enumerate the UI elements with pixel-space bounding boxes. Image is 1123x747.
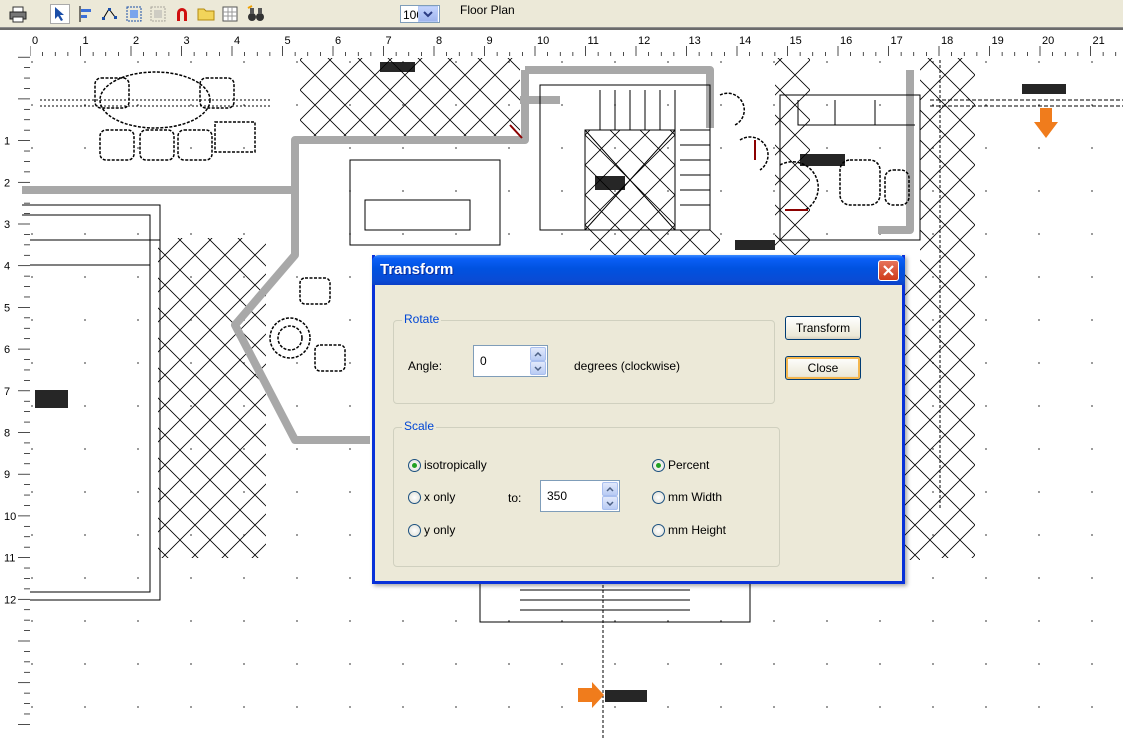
zoom-dropdown-button[interactable]: [418, 6, 438, 22]
ruler-label: 10: [537, 35, 549, 47]
align-icon[interactable]: [76, 4, 96, 24]
scale-spinner[interactable]: 350: [540, 480, 620, 512]
mm-width-label: mm Width: [668, 490, 722, 504]
transform-button[interactable]: Transform: [785, 316, 861, 340]
close-button[interactable]: Close: [785, 356, 861, 380]
toolbar: 100% Floor Plan: [0, 0, 1123, 30]
horizontal-ruler: 012345678910111213141516171819202122: [0, 31, 1123, 56]
chevron-up-icon: [534, 351, 542, 357]
ruler-label: 7: [386, 35, 392, 47]
node-edit-icon[interactable]: [100, 4, 120, 24]
chevron-down-icon: [423, 11, 433, 18]
ruler-label: 16: [840, 35, 852, 47]
scale-input[interactable]: 350: [547, 489, 567, 503]
printer-icon[interactable]: [8, 4, 28, 24]
ruler-label: 2: [133, 35, 139, 47]
x-only-label: x only: [424, 490, 456, 504]
mm-height-label: mm Height: [668, 523, 727, 537]
chevron-down-icon: [534, 365, 542, 371]
layer-folder-icon[interactable]: [196, 4, 216, 24]
scale-legend: Scale: [402, 419, 437, 433]
ruler-label: 15: [790, 35, 802, 47]
transform-dialog: Transform Rotate Angle: 0 degrees (clock…: [372, 255, 905, 584]
rotate-group: Rotate Angle: 0 degrees (clockwise): [393, 312, 775, 404]
scale-increment-button[interactable]: [602, 482, 618, 496]
ruler-label: 12: [638, 35, 650, 47]
dialog-title: Transform: [380, 261, 454, 278]
ruler-label: 21: [1093, 35, 1105, 47]
scale-decrement-button[interactable]: [602, 496, 618, 510]
mm-width-radio[interactable]: [652, 491, 665, 504]
rotate-legend: Rotate: [402, 312, 442, 326]
view-label: Floor Plan: [460, 3, 515, 17]
ruler-label: 4: [234, 35, 240, 47]
ruler-label: 13: [689, 35, 701, 47]
ruler-label: 1: [83, 35, 89, 47]
group-icon[interactable]: [124, 4, 144, 24]
find-binoculars-icon[interactable]: [246, 4, 266, 24]
angle-input[interactable]: 0: [480, 354, 487, 368]
ruler-label: 18: [941, 35, 953, 47]
ruler-label: 6: [335, 35, 341, 47]
to-label: to:: [508, 491, 522, 505]
select-icon[interactable]: [50, 4, 70, 24]
ruler-label: 11: [588, 35, 599, 47]
percent-radio[interactable]: [652, 459, 665, 472]
ruler-label: 14: [739, 35, 751, 47]
grid-icon[interactable]: [220, 4, 240, 24]
ungroup-icon[interactable]: [148, 4, 168, 24]
angle-increment-button[interactable]: [530, 347, 546, 361]
ruler-label: 8: [436, 35, 442, 47]
isotropic-label: isotropically: [424, 458, 487, 472]
mm-height-radio[interactable]: [652, 524, 665, 537]
ruler-label: 17: [891, 35, 903, 47]
y-only-label: y only: [424, 523, 456, 537]
dialog-title-bar[interactable]: Transform: [372, 255, 905, 285]
y-only-radio[interactable]: [408, 524, 421, 537]
percent-label: Percent: [668, 458, 710, 472]
scale-group: Scale isotropically x only y only to: 35…: [393, 419, 780, 567]
ruler-label: 9: [487, 35, 493, 47]
x-only-radio[interactable]: [408, 491, 421, 504]
ruler-label: 3: [184, 35, 190, 47]
ruler-label: 19: [992, 35, 1004, 47]
angle-spinner[interactable]: 0: [473, 345, 548, 377]
close-icon[interactable]: [878, 260, 899, 281]
isotropic-radio[interactable]: [408, 459, 421, 472]
angle-decrement-button[interactable]: [530, 361, 546, 375]
chevron-up-icon: [606, 486, 614, 492]
angle-label: Angle:: [408, 359, 443, 373]
snap-magnet-icon[interactable]: [172, 4, 192, 24]
ruler-label: 5: [285, 35, 291, 47]
ruler-label: 20: [1042, 35, 1054, 47]
angle-unit-label: degrees (clockwise): [574, 359, 681, 373]
ruler-label: 0: [32, 35, 38, 47]
chevron-down-icon: [606, 500, 614, 506]
